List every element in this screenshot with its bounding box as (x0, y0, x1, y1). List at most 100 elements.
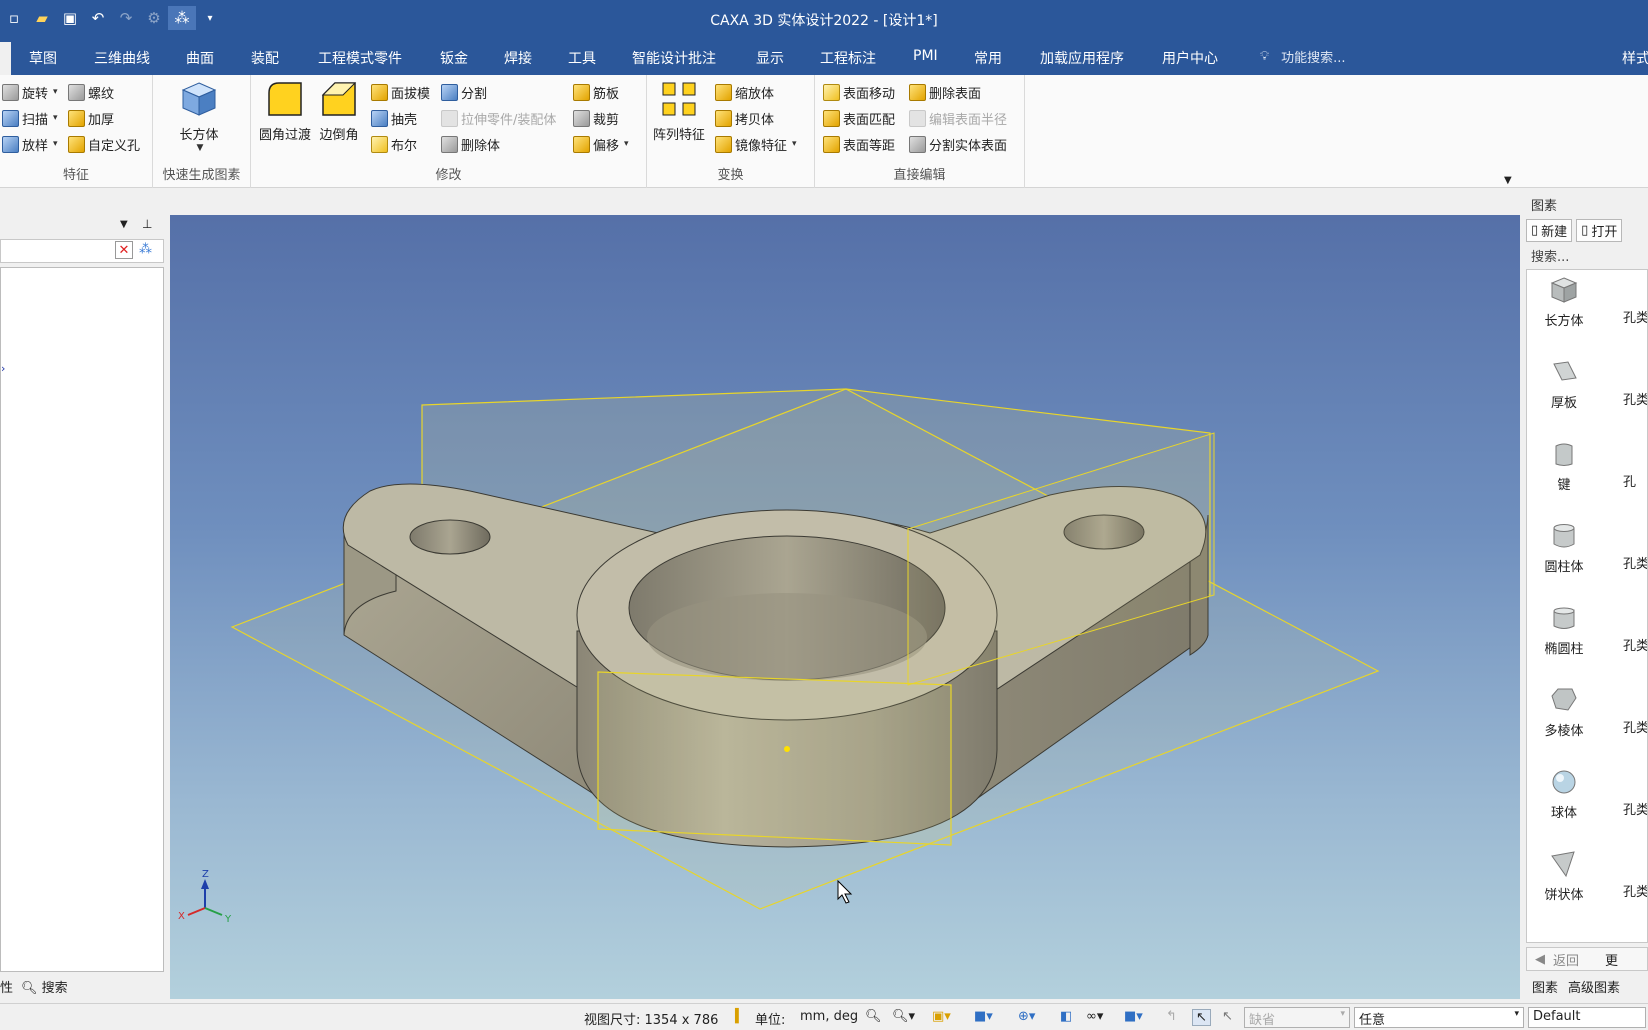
tab-elements[interactable]: 图素 (1532, 977, 1558, 996)
element-hole-1[interactable]: 孔类 (1623, 307, 1647, 326)
tab-advanced-elements[interactable]: 高级图素 (1568, 977, 1620, 996)
elements-catalog[interactable]: 长方体 厚板 键 圆柱体 椭圆柱 多棱体 球体 饼状体 孔类 孔类 孔 孔类 孔… (1526, 269, 1648, 943)
element-hole-8[interactable]: 孔类 (1623, 881, 1647, 900)
delete-body-button[interactable]: 删除体 (441, 133, 500, 155)
tab-dimensioning[interactable]: 工程标注 (820, 48, 876, 68)
new-catalog-button[interactable]: ▯ 新建 (1526, 219, 1573, 242)
match-face-button[interactable]: 表面匹配 (823, 107, 895, 129)
back-arrow-icon[interactable]: ◀ (1535, 952, 1545, 967)
delete-face-button[interactable]: 删除表面 (909, 81, 981, 103)
thicken-button[interactable]: 加厚 (68, 107, 114, 129)
chamfer-button[interactable]: 边倒角 (319, 79, 359, 143)
element-polygon-prism[interactable]: 多棱体 (1529, 686, 1599, 739)
box-button[interactable]: 长方体 ▼ (179, 79, 219, 153)
elements-search-input[interactable]: 搜索... (1531, 246, 1569, 265)
tab-common[interactable]: 常用 (974, 48, 1002, 68)
box-dropdown-icon[interactable]: ▼ (197, 143, 204, 153)
tab-properties[interactable]: 性 (0, 977, 13, 996)
sweep-button[interactable]: 扫描 ▾ (2, 107, 58, 129)
scene-canvas[interactable]: Z X Y (170, 215, 1520, 999)
glasses-icon[interactable]: ∞▾ (1086, 1009, 1103, 1024)
tree-filter-input[interactable]: ✕ ⁂ (0, 239, 164, 263)
element-hole-4[interactable]: 孔类 (1623, 553, 1647, 572)
custom-hole-button[interactable]: 自定义孔 (68, 133, 140, 155)
display-mode-icon[interactable]: ■▾ (1124, 1009, 1143, 1024)
zoom-icon[interactable]: 🔍︎ (865, 1009, 882, 1024)
design-tree[interactable]: › (0, 267, 164, 972)
draft-button[interactable]: 面拔模 (371, 81, 430, 103)
tab-smart-annotation[interactable]: 智能设计批注 (632, 48, 716, 68)
mirror-feature-button[interactable]: 镜像特征 ▾ (715, 133, 797, 155)
element-hole-2[interactable]: 孔类 (1623, 389, 1647, 408)
function-search[interactable]: 💡︎ 功能搜索... (1260, 47, 1346, 66)
zoom-box-icon[interactable]: 🔍︎▾ (892, 1009, 915, 1024)
tab-assembly[interactable]: 装配 (251, 48, 279, 68)
open-catalog-button[interactable]: ▯ 打开 (1576, 219, 1623, 242)
element-elliptic-cylinder[interactable]: 椭圆柱 (1529, 604, 1599, 657)
stretch-button[interactable]: 拉伸零件/装配体 (441, 107, 556, 129)
function-search-placeholder[interactable]: 功能搜索... (1281, 47, 1345, 66)
ribbon-collapse-icon[interactable]: ▼ (1504, 175, 1512, 186)
datum-plane-front[interactable] (597, 671, 952, 846)
clear-filter-icon[interactable]: ✕ (115, 241, 133, 259)
tab-engineering-part[interactable]: 工程模式零件 (318, 48, 402, 68)
pin-icon[interactable]: ⊥ (142, 217, 152, 231)
tab-3d-curve[interactable]: 三维曲线 (94, 48, 150, 68)
left-bolt-hole[interactable] (409, 519, 491, 555)
tab-display[interactable]: 显示 (756, 48, 784, 68)
tab-sheet-metal[interactable]: 钣金 (440, 48, 468, 68)
origin-point[interactable] (784, 746, 790, 752)
element-box[interactable]: 长方体 (1529, 276, 1599, 329)
tab-user-center[interactable]: 用户中心 (1162, 48, 1218, 68)
element-cylinder[interactable]: 圆柱体 (1529, 522, 1599, 575)
more-button[interactable]: 更 (1605, 950, 1618, 969)
element-pie[interactable]: 饼状体 (1529, 850, 1599, 903)
element-key[interactable]: 键 (1529, 440, 1599, 493)
active-tab-indicator[interactable] (0, 42, 11, 75)
tab-welding[interactable]: 焊接 (504, 48, 532, 68)
smart-snap-icon[interactable]: ↖ (1222, 1009, 1233, 1024)
boolean-button[interactable]: 布尔 (371, 133, 417, 155)
tab-style[interactable]: 样式 (1622, 48, 1648, 68)
offset-face-button[interactable]: 表面等距 (823, 133, 895, 155)
tab-pmi[interactable]: PMI (913, 48, 938, 64)
split-button[interactable]: 分割 (441, 81, 487, 103)
element-slab[interactable]: 厚板 (1529, 358, 1599, 411)
revolve-button[interactable]: 旋转 ▾ (2, 81, 58, 103)
element-hole-5[interactable]: 孔类 (1623, 635, 1647, 654)
fillet-button[interactable]: 圆角过渡 (259, 79, 311, 143)
snap-combo[interactable]: 缺省 ▾ (1244, 1007, 1350, 1028)
3d-viewport[interactable]: Z X Y (170, 215, 1520, 999)
loft-button[interactable]: 放样 ▾ (2, 133, 58, 155)
filter-options-icon[interactable]: ⁂ (139, 242, 152, 257)
element-hole-7[interactable]: 孔类 (1623, 799, 1647, 818)
selection-filter-combo[interactable]: 任意 ▾ (1354, 1007, 1524, 1028)
standard-view-icon[interactable]: ■▾ (974, 1009, 993, 1024)
back-button[interactable]: 返回 (1553, 950, 1579, 969)
search-tab[interactable]: 🔍︎ 搜索 (21, 977, 68, 996)
style-combo[interactable]: Default (1528, 1007, 1646, 1028)
scale-body-button[interactable]: 缩放体 (715, 81, 774, 103)
copy-body-button[interactable]: 拷贝体 (715, 107, 774, 129)
element-hole-3[interactable]: 孔 (1623, 471, 1636, 490)
view-orient-icon[interactable]: ▣▾ (932, 1009, 951, 1024)
tree-expander-icon[interactable]: › (1, 362, 5, 375)
tab-load-apps[interactable]: 加载应用程序 (1040, 48, 1124, 68)
split-face-button[interactable]: 分割实体表面 (909, 133, 1007, 155)
thread-button[interactable]: 螺纹 (68, 81, 114, 103)
tab-sketch[interactable]: 草图 (29, 48, 57, 68)
render-mode-icon[interactable]: ⊕▾ (1018, 1009, 1035, 1024)
element-hole-6[interactable]: 孔类 (1623, 717, 1647, 736)
element-sphere[interactable]: 球体 (1529, 768, 1599, 821)
tab-surface[interactable]: 曲面 (186, 48, 214, 68)
trim-button[interactable]: 裁剪 (573, 107, 619, 129)
rib-button[interactable]: 筋板 (573, 81, 619, 103)
offset-button[interactable]: 偏移 ▾ (573, 133, 629, 155)
tab-tools[interactable]: 工具 (568, 48, 596, 68)
shell-button[interactable]: 抽壳 (371, 107, 417, 129)
move-face-button[interactable]: 表面移动 (823, 81, 895, 103)
section-icon[interactable]: ◧ (1060, 1009, 1072, 1024)
pick-filter-icon[interactable]: ↰ (1166, 1009, 1177, 1024)
pattern-feature-button[interactable]: 阵列特征 (653, 79, 705, 143)
edit-radius-button[interactable]: 编辑表面半径 (909, 107, 1007, 129)
